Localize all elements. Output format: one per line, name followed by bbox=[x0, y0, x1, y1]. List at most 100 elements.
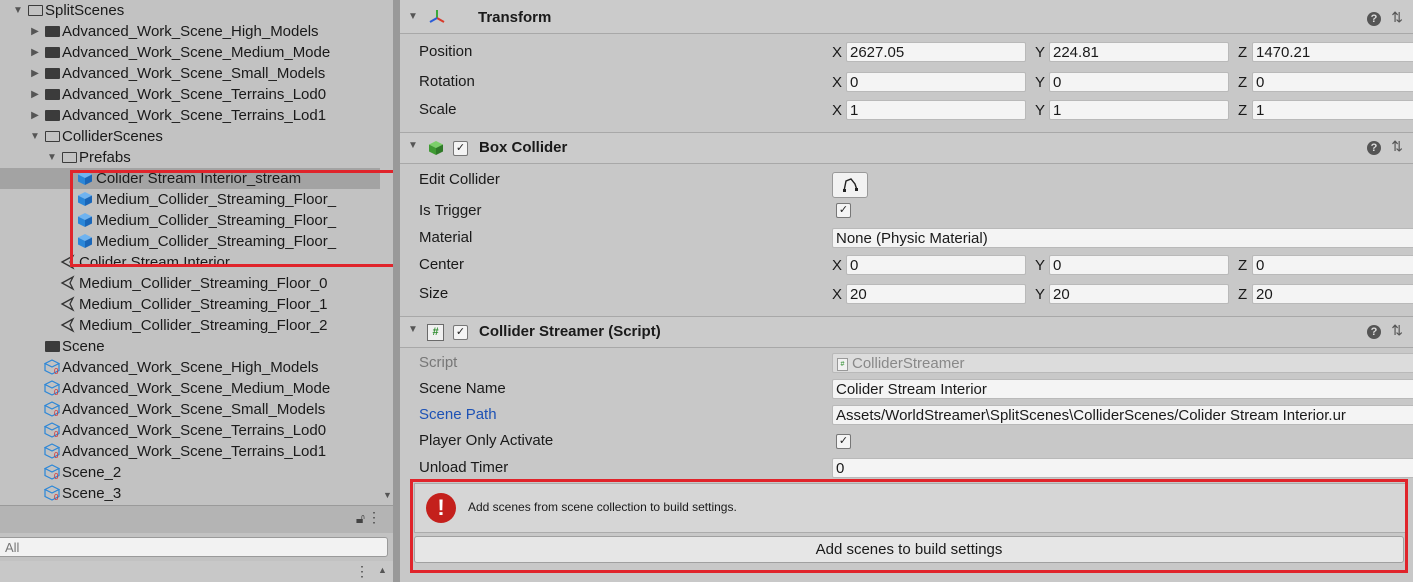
tree-item[interactable]: Medium_Collider_Streaming_Floor_1 bbox=[0, 294, 380, 315]
box-collider-enabled-checkbox[interactable]: ✓ bbox=[453, 141, 468, 156]
tree-item[interactable]: ▶ Advanced_Work_Scene_Terrains_Lod1 bbox=[0, 105, 380, 126]
expanded-arrow-icon[interactable]: ▼ bbox=[12, 4, 24, 21]
tree-item[interactable]: 0 Advanced_Work_Scene_Terrains_Lod1 bbox=[0, 441, 380, 462]
scale-y-axis-label[interactable]: Y bbox=[1035, 100, 1045, 121]
tree-item-label: Prefabs bbox=[79, 149, 131, 166]
rotation-z-axis-label[interactable]: Z bbox=[1238, 72, 1247, 93]
streamer-enabled-checkbox[interactable]: ✓ bbox=[453, 325, 468, 340]
center-y-axis-label[interactable]: Y bbox=[1035, 255, 1045, 276]
size-y-axis-label[interactable]: Y bbox=[1035, 284, 1045, 305]
box-collider-header[interactable]: ▼ ✓ Box Collider ? ⇅ bbox=[400, 132, 1413, 164]
size-y-field[interactable]: 20 bbox=[1049, 284, 1229, 304]
tree-item[interactable]: 0 Advanced_Work_Scene_Small_Models bbox=[0, 399, 380, 420]
svg-text:0: 0 bbox=[54, 451, 59, 459]
unload-timer-field[interactable]: 0 bbox=[832, 458, 1413, 478]
collapsed-arrow-icon[interactable]: ▶ bbox=[29, 105, 41, 126]
tree-item[interactable]: ▼ SplitScenes bbox=[0, 4, 380, 21]
is-trigger-checkbox[interactable]: ✓ bbox=[836, 203, 851, 218]
position-y-field[interactable]: 224.81 bbox=[1049, 42, 1229, 62]
center-x-axis-label[interactable]: X bbox=[832, 255, 842, 276]
tree-item[interactable]: ▼ Prefabs bbox=[0, 147, 380, 168]
size-z-field[interactable]: 20 bbox=[1252, 284, 1413, 304]
help-icon[interactable]: ? bbox=[1367, 12, 1381, 26]
tree-item-label: SplitScenes bbox=[45, 4, 125, 19]
scale-z-axis-label[interactable]: Z bbox=[1238, 100, 1247, 121]
help-icon[interactable]: ? bbox=[1367, 325, 1381, 339]
edit-collider-label: Edit Collider bbox=[419, 171, 500, 188]
more-options-icon[interactable]: ⋮ bbox=[355, 563, 369, 580]
rotation-y-field[interactable]: 0 bbox=[1049, 72, 1229, 92]
script-icon: # bbox=[427, 324, 444, 341]
edit-collider-button[interactable] bbox=[832, 172, 868, 198]
unity-scene-icon bbox=[60, 296, 76, 312]
tree-item[interactable]: Scene bbox=[0, 336, 380, 357]
rotation-y-axis-label[interactable]: Y bbox=[1035, 72, 1045, 93]
help-icon[interactable]: ? bbox=[1367, 141, 1381, 155]
presets-icon[interactable]: ⇅ bbox=[1391, 9, 1403, 26]
tree-item[interactable]: Medium_Collider_Streaming_Floor_2 bbox=[0, 315, 380, 336]
size-x-axis-label[interactable]: X bbox=[832, 284, 842, 305]
position-y-axis-label[interactable]: Y bbox=[1035, 42, 1045, 63]
rotation-x-axis-label[interactable]: X bbox=[832, 72, 842, 93]
position-z-axis-label[interactable]: Z bbox=[1238, 42, 1247, 63]
center-x-field[interactable]: 0 bbox=[846, 255, 1026, 275]
foldout-arrow-icon[interactable]: ▼ bbox=[408, 140, 418, 151]
lock-icon[interactable]: 🔓︎ bbox=[356, 510, 365, 527]
more-options-icon[interactable]: ⋮ bbox=[367, 509, 381, 526]
position-x-field[interactable]: 2627.05 bbox=[846, 42, 1026, 62]
collapsed-arrow-icon[interactable]: ▶ bbox=[29, 63, 41, 84]
size-x-field[interactable]: 20 bbox=[846, 284, 1026, 304]
transform-header[interactable]: ▼ Transform ? ⇅ bbox=[400, 0, 1413, 34]
position-z-field[interactable]: 1470.21 bbox=[1252, 42, 1413, 62]
center-y-field[interactable]: 0 bbox=[1049, 255, 1229, 275]
tree-item[interactable]: ▶ Advanced_Work_Scene_Terrains_Lod0 bbox=[0, 84, 380, 105]
center-z-axis-label[interactable]: Z bbox=[1238, 255, 1247, 276]
rotation-z-field[interactable]: 0 bbox=[1252, 72, 1413, 92]
position-x-axis-label[interactable]: X bbox=[832, 42, 842, 63]
player-only-activate-checkbox[interactable]: ✓ bbox=[836, 434, 851, 449]
tree-item[interactable]: 0 Advanced_Work_Scene_High_Models bbox=[0, 357, 380, 378]
expanded-arrow-icon[interactable]: ▼ bbox=[29, 126, 41, 147]
script-label: Script bbox=[419, 354, 458, 371]
tree-item[interactable]: ▶ Advanced_Work_Scene_Medium_Mode bbox=[0, 42, 380, 63]
scene-collection-icon: 0 bbox=[43, 401, 61, 418]
material-field[interactable]: None (Physic Material) bbox=[832, 228, 1413, 248]
size-z-axis-label[interactable]: Z bbox=[1238, 284, 1247, 305]
rotation-label: Rotation bbox=[419, 73, 475, 90]
scroll-up-arrow-icon[interactable]: ▲ bbox=[378, 565, 387, 575]
folder-icon bbox=[45, 68, 60, 79]
rotation-x-field[interactable]: 0 bbox=[846, 72, 1026, 92]
scene-name-field[interactable]: Colider Stream Interior bbox=[832, 379, 1413, 399]
tree-item[interactable]: Medium_Collider_Streaming_Floor_0 bbox=[0, 273, 380, 294]
scale-x-field[interactable]: 1 bbox=[846, 100, 1026, 120]
collider-streamer-header[interactable]: ▼ # ✓ Collider Streamer (Script) ? ⇅ bbox=[400, 316, 1413, 348]
scale-y-field[interactable]: 1 bbox=[1049, 100, 1229, 120]
tree-item[interactable]: ▶ Advanced_Work_Scene_Small_Models bbox=[0, 63, 380, 84]
folder-icon bbox=[45, 47, 60, 58]
presets-icon[interactable]: ⇅ bbox=[1391, 322, 1403, 339]
expanded-arrow-icon[interactable]: ▼ bbox=[46, 147, 58, 168]
foldout-arrow-icon[interactable]: ▼ bbox=[408, 324, 418, 335]
foldout-arrow-icon[interactable]: ▼ bbox=[408, 11, 418, 22]
tree-item[interactable]: 0 Scene_2 bbox=[0, 462, 380, 483]
collapsed-arrow-icon[interactable]: ▶ bbox=[29, 21, 41, 42]
cs-file-icon: # bbox=[837, 357, 848, 371]
folder-open-icon bbox=[45, 131, 60, 142]
panel-divider[interactable] bbox=[393, 0, 400, 582]
collapsed-arrow-icon[interactable]: ▶ bbox=[29, 84, 41, 105]
scene-path-label: Scene Path bbox=[419, 406, 497, 423]
tree-item[interactable]: 0 Advanced_Work_Scene_Terrains_Lod0 bbox=[0, 420, 380, 441]
center-z-field[interactable]: 0 bbox=[1252, 255, 1413, 275]
tree-item[interactable]: ▶ Advanced_Work_Scene_High_Models bbox=[0, 21, 380, 42]
scene-path-field[interactable]: Assets/WorldStreamer\SplitScenes\Collide… bbox=[832, 405, 1413, 425]
scene-collection-icon: 0 bbox=[43, 380, 61, 397]
scale-z-field[interactable]: 1 bbox=[1252, 100, 1413, 120]
collapsed-arrow-icon[interactable]: ▶ bbox=[29, 42, 41, 63]
presets-icon[interactable]: ⇅ bbox=[1391, 138, 1403, 155]
tree-item[interactable]: 0 Scene_3 bbox=[0, 483, 380, 504]
tree-item[interactable]: 0 Advanced_Work_Scene_Medium_Mode bbox=[0, 378, 380, 399]
scale-x-axis-label[interactable]: X bbox=[832, 100, 842, 121]
scroll-down-arrow-icon[interactable]: ▼ bbox=[383, 490, 392, 500]
search-input[interactable]: All bbox=[0, 537, 388, 557]
tree-item[interactable]: ▼ ColliderScenes bbox=[0, 126, 380, 147]
